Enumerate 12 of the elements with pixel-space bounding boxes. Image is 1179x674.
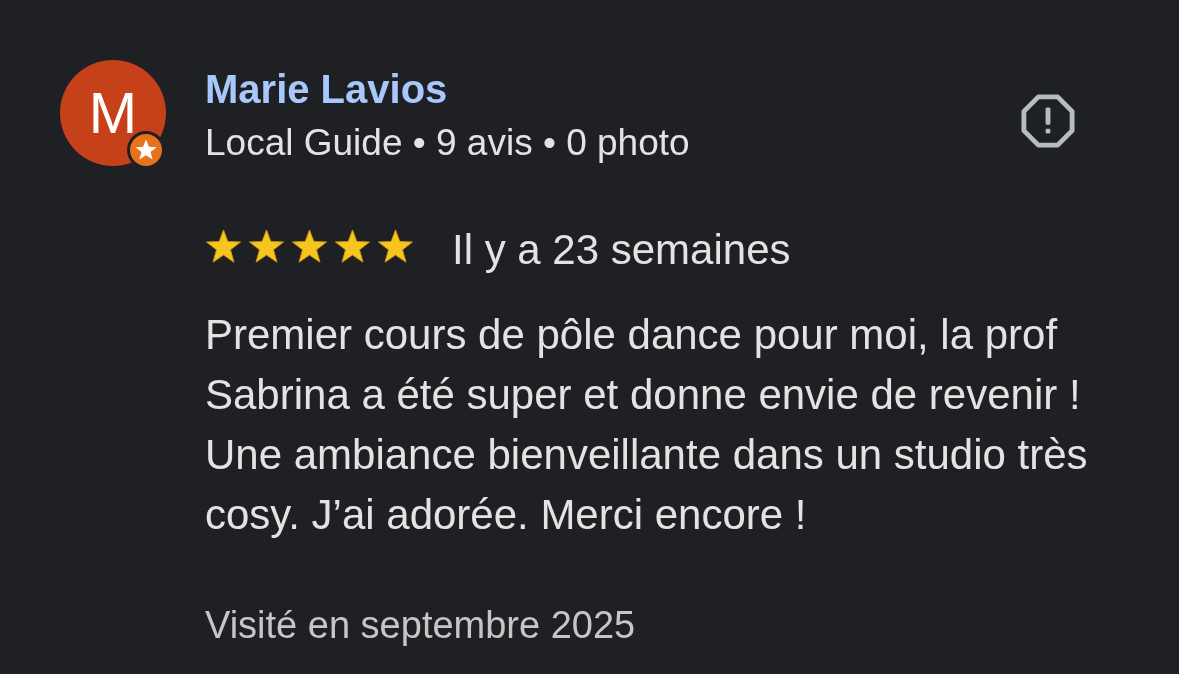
visit-date: Visité en septembre 2025 [205, 603, 636, 648]
avatar-circle[interactable]: M [60, 60, 166, 166]
star-icon [205, 228, 242, 264]
star-icon [377, 228, 414, 264]
star-icon [248, 228, 285, 264]
report-icon[interactable] [1021, 94, 1075, 148]
author-name[interactable]: Marie Lavios [205, 64, 448, 114]
star-icon [291, 228, 328, 264]
review-time: Il y a 23 semaines [452, 225, 791, 275]
star-icon [334, 228, 371, 264]
author-meta: Local Guide • 9 avis • 0 photo [205, 121, 690, 165]
review-text: Premier cours de pôle dance pour moi, la prof Sabrina a été super et donne envie de revenir ! Une ambiance bienveillante dans un studio très cosy. J’ai adorée. Merci encore ! [205, 310, 1089, 540]
